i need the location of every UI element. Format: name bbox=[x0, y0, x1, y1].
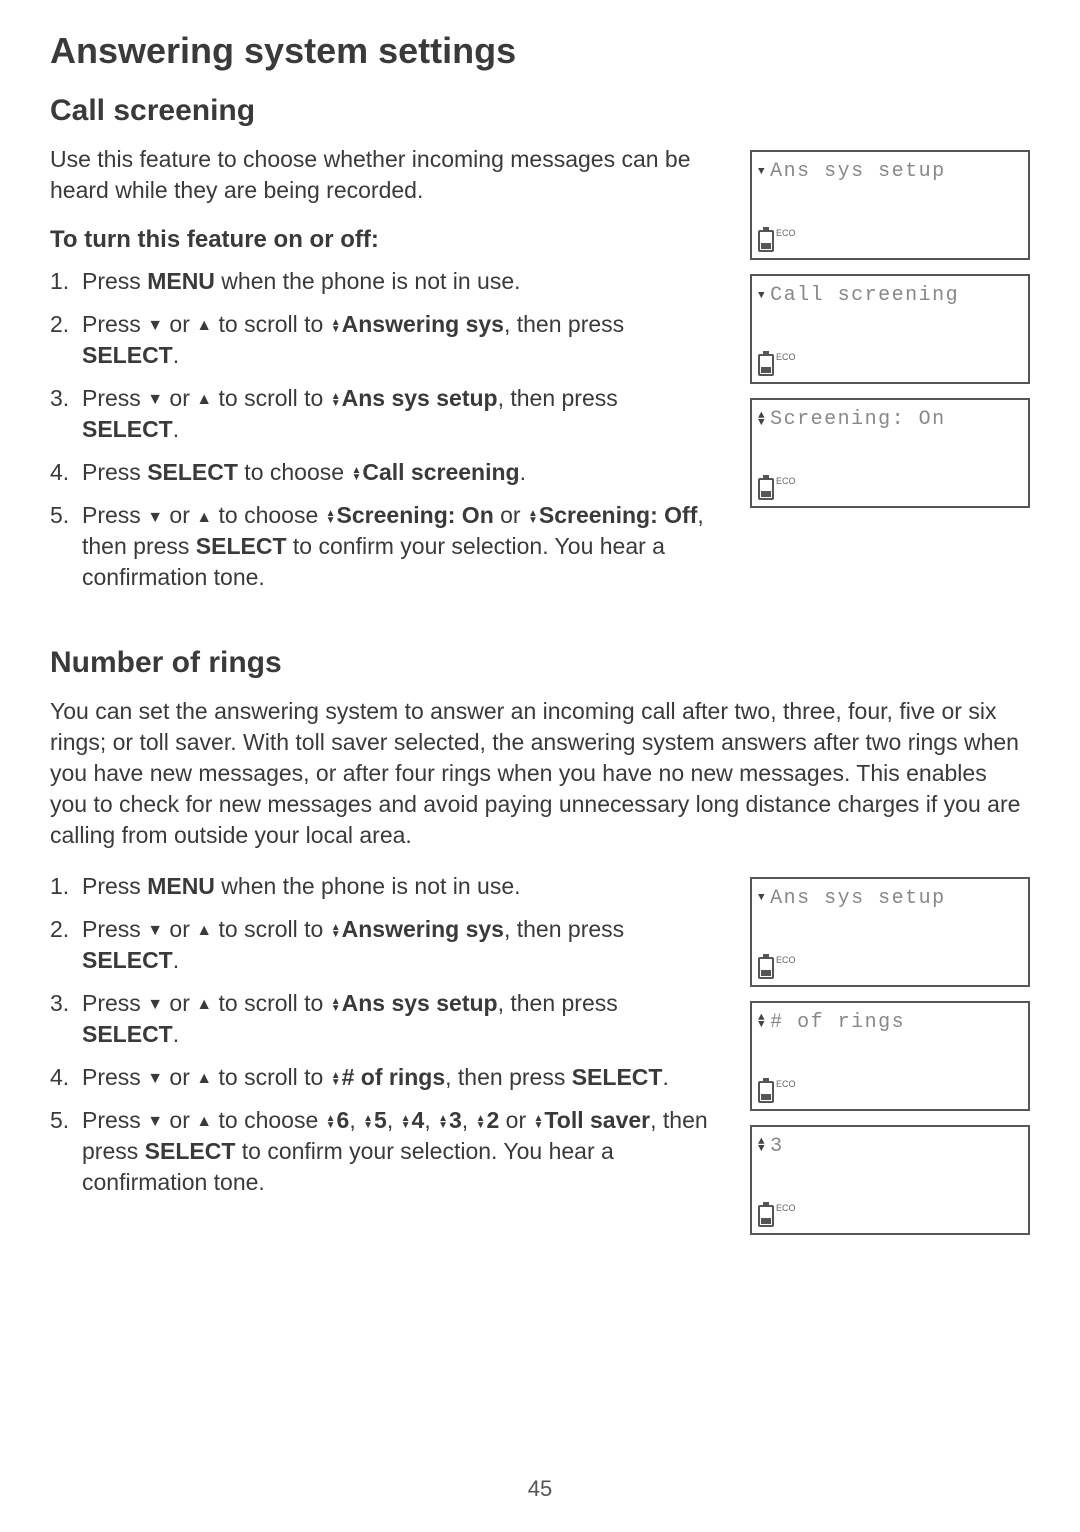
step-5: Press ▼ or ▲ to choose ▲▼6, ▲▼5, ▲▼4, ▲▼… bbox=[50, 1105, 720, 1198]
number-of-rings-intro: You can set the answering system to answ… bbox=[50, 696, 1030, 851]
up-arrow-icon: ▲ bbox=[196, 315, 212, 337]
up-arrow-icon: ▲ bbox=[196, 389, 212, 411]
lcd-stack-number-of-rings: ▼Ans sys setup ECO ▲▼# of rings ECO ▲▼3 … bbox=[750, 877, 1030, 1235]
down-arrow-icon: ▼ bbox=[147, 507, 163, 529]
updown-icon: ▲▼ bbox=[534, 1115, 544, 1129]
step-1: Press MENU when the phone is not in use. bbox=[50, 266, 720, 297]
updown-icon: ▲▼ bbox=[758, 413, 766, 427]
battery-icon bbox=[758, 354, 774, 376]
lcd-ans-sys-setup: ▼Ans sys setup ECO bbox=[750, 150, 1030, 260]
eco-icon: ECO bbox=[776, 1079, 796, 1089]
call-screening-intro: Use this feature to choose whether incom… bbox=[50, 144, 720, 206]
step-3: Press ▼ or ▲ to scroll to ▲▼Ans sys setu… bbox=[50, 383, 720, 445]
down-arrow-icon: ▼ bbox=[147, 315, 163, 337]
updown-icon: ▲▼ bbox=[363, 1115, 373, 1129]
down-arrow-icon: ▼ bbox=[147, 920, 163, 942]
eco-icon: ECO bbox=[776, 228, 796, 238]
step-4: Press ▼ or ▲ to scroll to ▲▼# of rings, … bbox=[50, 1062, 720, 1093]
updown-icon: ▲▼ bbox=[331, 924, 341, 938]
down-arrow-icon: ▼ bbox=[147, 1068, 163, 1090]
updown-icon: ▲▼ bbox=[326, 510, 336, 524]
updown-icon: ▲▼ bbox=[331, 393, 341, 407]
battery-icon bbox=[758, 230, 774, 252]
step-5: Press ▼ or ▲ to choose ▲▼Screening: On o… bbox=[50, 500, 720, 593]
call-screening-sub: To turn this feature on or off: bbox=[50, 226, 720, 254]
lcd-stack-call-screening: ▼Ans sys setup ECO ▼Call screening ECO ▲… bbox=[750, 150, 1030, 606]
down-arrow-icon: ▼ bbox=[758, 290, 766, 302]
eco-icon: ECO bbox=[776, 955, 796, 965]
updown-icon: ▲▼ bbox=[331, 998, 341, 1012]
number-of-rings-steps: Press MENU when the phone is not in use.… bbox=[50, 871, 720, 1198]
lcd-screening-on: ▲▼Screening: On ECO bbox=[750, 398, 1030, 508]
down-arrow-icon: ▼ bbox=[147, 1111, 163, 1133]
eco-icon: ECO bbox=[776, 352, 796, 362]
up-arrow-icon: ▲ bbox=[196, 994, 212, 1016]
updown-icon: ▲▼ bbox=[331, 1072, 341, 1086]
eco-icon: ECO bbox=[776, 1203, 796, 1213]
battery-icon bbox=[758, 478, 774, 500]
call-screening-steps: Press MENU when the phone is not in use.… bbox=[50, 266, 720, 593]
updown-icon: ▲▼ bbox=[758, 1139, 766, 1153]
lcd-ans-sys-setup: ▼Ans sys setup ECO bbox=[750, 877, 1030, 987]
updown-icon: ▲▼ bbox=[326, 1115, 336, 1129]
battery-icon bbox=[758, 957, 774, 979]
up-arrow-icon: ▲ bbox=[196, 920, 212, 942]
down-arrow-icon: ▼ bbox=[758, 166, 766, 178]
section-heading-number-of-rings: Number of rings bbox=[50, 646, 1030, 680]
lcd-rings-value: ▲▼3 ECO bbox=[750, 1125, 1030, 1235]
section-heading-call-screening: Call screening bbox=[50, 94, 1030, 128]
down-arrow-icon: ▼ bbox=[758, 892, 766, 904]
down-arrow-icon: ▼ bbox=[147, 389, 163, 411]
updown-icon: ▲▼ bbox=[758, 1015, 766, 1029]
eco-icon: ECO bbox=[776, 476, 796, 486]
up-arrow-icon: ▲ bbox=[196, 1068, 212, 1090]
lcd-call-screening: ▼Call screening ECO bbox=[750, 274, 1030, 384]
step-1: Press MENU when the phone is not in use. bbox=[50, 871, 720, 902]
page-title: Answering system settings bbox=[50, 30, 1030, 72]
battery-icon bbox=[758, 1081, 774, 1103]
step-3: Press ▼ or ▲ to scroll to ▲▼Ans sys setu… bbox=[50, 988, 720, 1050]
updown-icon: ▲▼ bbox=[476, 1115, 486, 1129]
up-arrow-icon: ▲ bbox=[196, 507, 212, 529]
lcd-num-rings: ▲▼# of rings ECO bbox=[750, 1001, 1030, 1111]
updown-icon: ▲▼ bbox=[528, 510, 538, 524]
up-arrow-icon: ▲ bbox=[196, 1111, 212, 1133]
updown-icon: ▲▼ bbox=[351, 467, 361, 481]
down-arrow-icon: ▼ bbox=[147, 994, 163, 1016]
updown-icon: ▲▼ bbox=[401, 1115, 411, 1129]
battery-icon bbox=[758, 1205, 774, 1227]
step-4: Press SELECT to choose ▲▼Call screening. bbox=[50, 457, 720, 488]
page-number: 45 bbox=[0, 1476, 1080, 1502]
step-2: Press ▼ or ▲ to scroll to ▲▼Answering sy… bbox=[50, 914, 720, 976]
updown-icon: ▲▼ bbox=[438, 1115, 448, 1129]
step-2: Press ▼ or ▲ to scroll to ▲▼Answering sy… bbox=[50, 309, 720, 371]
updown-icon: ▲▼ bbox=[331, 319, 341, 333]
